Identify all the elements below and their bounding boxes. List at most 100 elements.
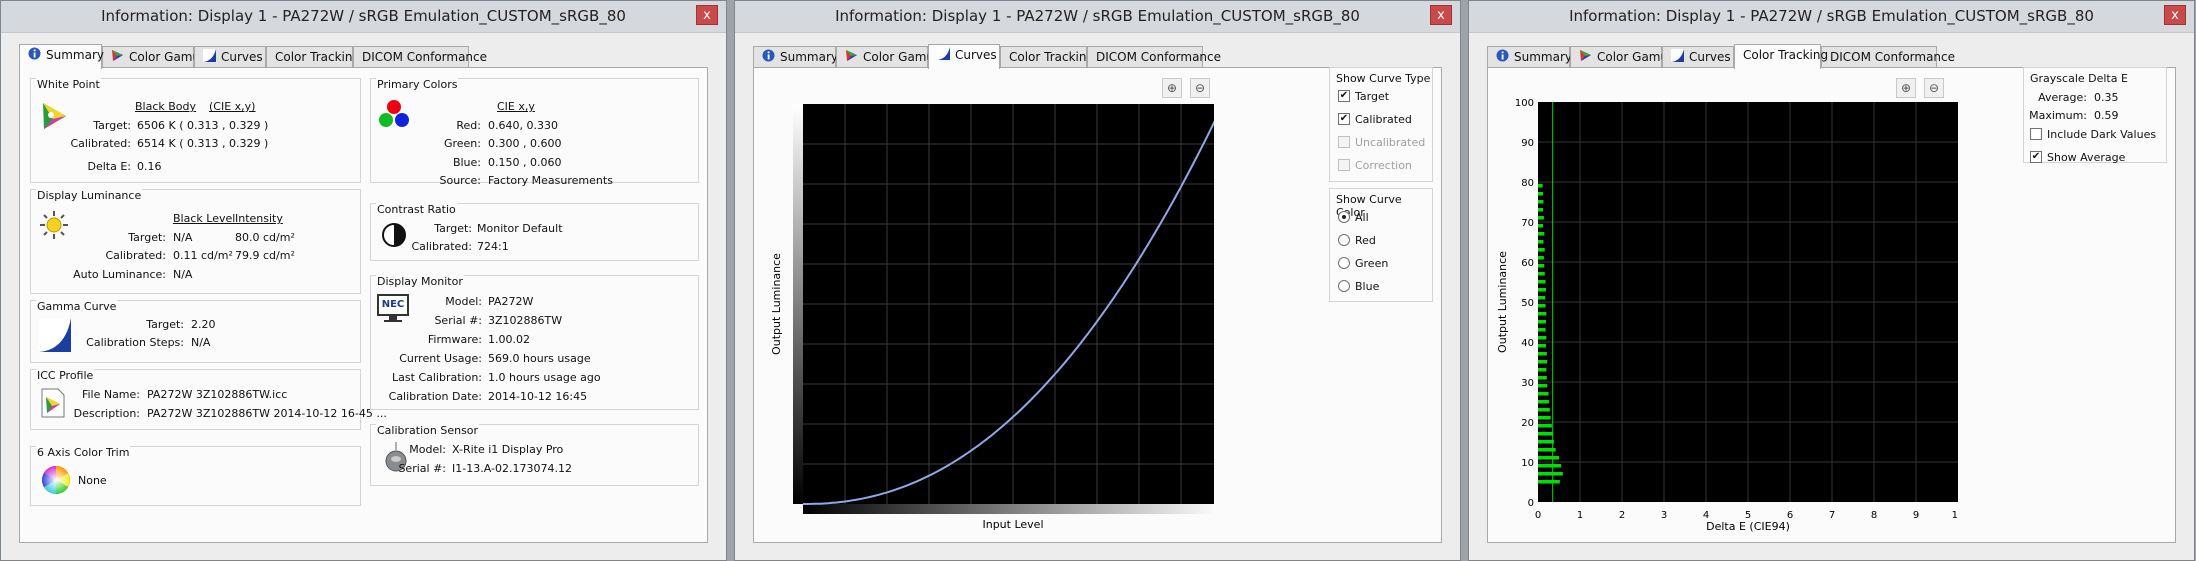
primary-blue-value: 0.150 , 0.060: [488, 156, 562, 169]
wp-calibrated-value: 6514 K ( 0.313 , 0.329 ): [137, 137, 269, 150]
curves-panel: ⊕ ⊖ Input Level Output Luminance Show Cu…: [753, 67, 1442, 543]
delta-e-bar: [1538, 464, 1562, 468]
delta-e-bar: [1538, 416, 1551, 420]
checkbox-include-dark-values[interactable]: Include Dark Values: [2030, 128, 2156, 141]
output-gradient-bar: [793, 104, 803, 504]
radio-all[interactable]: All: [1338, 211, 1369, 224]
delta-e-bar: [1538, 248, 1545, 252]
icc-file-value: PA272W 3Z102886TW.icc: [147, 388, 288, 401]
delta-e-bar: [1538, 424, 1552, 428]
tab-color-tracking[interactable]: Color Tracking: [1734, 44, 1828, 69]
sensor-serial-label: Serial #:: [398, 462, 446, 475]
curves-chart[interactable]: Input Level Output Luminance: [754, 68, 1214, 544]
icc-file-icon: [41, 388, 65, 421]
sensor-model-label: Model:: [409, 443, 446, 456]
close-button[interactable]: x: [2164, 5, 2186, 25]
color-gamut-icon: [845, 48, 858, 68]
col-intensity: Intensity: [235, 212, 283, 225]
curve-icon: [937, 46, 950, 66]
y-tick-label: 80: [1521, 178, 1534, 189]
checkbox-show-average[interactable]: ✔ Show Average: [2030, 151, 2125, 164]
y-tick-labels: 0 10 20 30 40 50 60 70 80 90 100: [1515, 98, 1534, 509]
color-tracking-panel: ⊕ ⊖ 012345678910 0102030405060708090100 …: [1487, 67, 2176, 543]
delta-e-bar: [1538, 224, 1544, 228]
delta-e-bar: [1538, 312, 1547, 316]
y-tick-label: 90: [1521, 138, 1534, 149]
window-titlebar[interactable]: Information: Display 1 - PA272W / sRGB E…: [1469, 1, 2194, 33]
delta-e-bar: [1538, 208, 1544, 212]
color-tracking-chart[interactable]: 012345678910 0102030405060708090100 Delt…: [1488, 68, 1958, 544]
contrast-icon: [381, 222, 407, 251]
check-icon: ✔: [1338, 113, 1350, 125]
delta-e-bar: [1538, 192, 1544, 196]
checkbox-target[interactable]: ✔ Target: [1338, 90, 1389, 103]
tab-curves[interactable]: Curves: [1662, 46, 1734, 68]
calibration-steps-value: N/A: [191, 336, 211, 349]
tab-curves[interactable]: Curves: [928, 44, 1000, 69]
delta-e-bar: [1538, 256, 1544, 260]
x-tick-label: 1: [1577, 510, 1583, 521]
tab-curves[interactable]: Curves: [194, 46, 266, 68]
tab-dicom-conformance[interactable]: DICOM Conformance: [1821, 46, 1955, 68]
wp-calibrated-label: Calibrated:: [70, 137, 131, 150]
delta-e-bar: [1538, 360, 1548, 364]
curve-color-group: Show Curve Color All Red Green Blue: [1329, 188, 1433, 302]
check-icon: ✔: [2030, 151, 2042, 163]
close-button[interactable]: x: [696, 5, 718, 25]
info-window-curves: Information: Display 1 - PA272W / sRGB E…: [734, 0, 1461, 561]
tab-dicom-conformance[interactable]: DICOM Conformance: [1087, 46, 1221, 68]
checkbox-correction[interactable]: Correction: [1338, 159, 1412, 172]
window-titlebar[interactable]: Information: Display 1 - PA272W / sRGB E…: [1, 1, 726, 33]
check-icon: ✔: [1338, 90, 1350, 102]
wp-delta-value: 0.16: [137, 160, 162, 173]
window-titlebar[interactable]: Information: Display 1 - PA272W / sRGB E…: [735, 1, 1460, 33]
tab-color-gamut[interactable]: Color Gamut: [836, 46, 939, 68]
tab-dicom-conformance[interactable]: DICOM Conformance: [353, 46, 487, 68]
checkbox-calibrated[interactable]: ✔ Calibrated: [1338, 113, 1412, 126]
checkbox-uncalibrated[interactable]: Uncalibrated: [1338, 136, 1425, 149]
tab-color-gamut[interactable]: Color Gamut: [1570, 46, 1673, 68]
primary-red-value: 0.640, 0.330: [488, 119, 558, 132]
x-tick-label: 3: [1661, 510, 1667, 521]
monitor-serial-value: 3Z102886TW: [488, 314, 563, 327]
tab-color-tracking[interactable]: Color Tracking: [266, 46, 360, 68]
icc-description-value: PA272W 3Z102886TW 2014-10-12 16-45 ...: [147, 407, 387, 420]
lum-calibrated-intensity: 79.9 cd/m²: [235, 249, 295, 262]
wp-delta-label: Delta E:: [87, 160, 131, 173]
color-wheel-icon: [41, 465, 71, 498]
radio-icon: [1338, 234, 1350, 246]
chromaticity-icon: [39, 101, 69, 134]
delta-e-bar: [1538, 264, 1545, 268]
tab-color-tracking[interactable]: Color Tracking: [1000, 46, 1094, 68]
y-tick-label: 30: [1521, 378, 1534, 389]
radio-green[interactable]: Green: [1338, 257, 1388, 270]
curve-type-group: Show Curve Type ✔ Target ✔ Calibrated Unca…: [1329, 67, 1433, 182]
average-value: 0.35: [2094, 91, 2119, 104]
y-tick-label: 0: [1528, 498, 1534, 509]
group-title: Show Curve Type: [1335, 72, 1432, 85]
window-title: Information: Display 1 - PA272W / sRGB E…: [1569, 7, 2094, 25]
radio-blue[interactable]: Blue: [1338, 280, 1379, 293]
sensor-model-value: X-Rite i1 Display Pro: [452, 443, 564, 456]
delta-e-bar: [1538, 320, 1546, 324]
monitor-firmware-value: 1.00.02: [488, 333, 530, 346]
group-title: Contrast Ratio: [376, 203, 457, 216]
x-axis-label: Input Level: [982, 518, 1043, 531]
radio-red[interactable]: Red: [1338, 234, 1376, 247]
tab-color-gamut[interactable]: Color Gamut: [102, 46, 205, 68]
calibration-steps-label: Calibration Steps:: [86, 336, 184, 349]
info-icon: [1496, 48, 1509, 68]
delta-e-bar: [1538, 432, 1554, 436]
group-title: Display Monitor: [376, 275, 464, 288]
average-label: Average:: [2038, 91, 2087, 104]
delta-e-bar: [1538, 280, 1546, 284]
close-button[interactable]: x: [1430, 5, 1452, 25]
group-title: Calibration Sensor: [376, 424, 480, 437]
delta-e-bar: [1538, 368, 1547, 372]
curve-icon: [1671, 48, 1684, 68]
tab-summary[interactable]: Summary: [19, 44, 104, 69]
delta-e-bar: [1538, 184, 1543, 188]
tab-summary[interactable]: Summary: [1487, 46, 1572, 68]
tab-summary[interactable]: Summary: [753, 46, 838, 68]
delta-e-bar: [1538, 304, 1546, 308]
